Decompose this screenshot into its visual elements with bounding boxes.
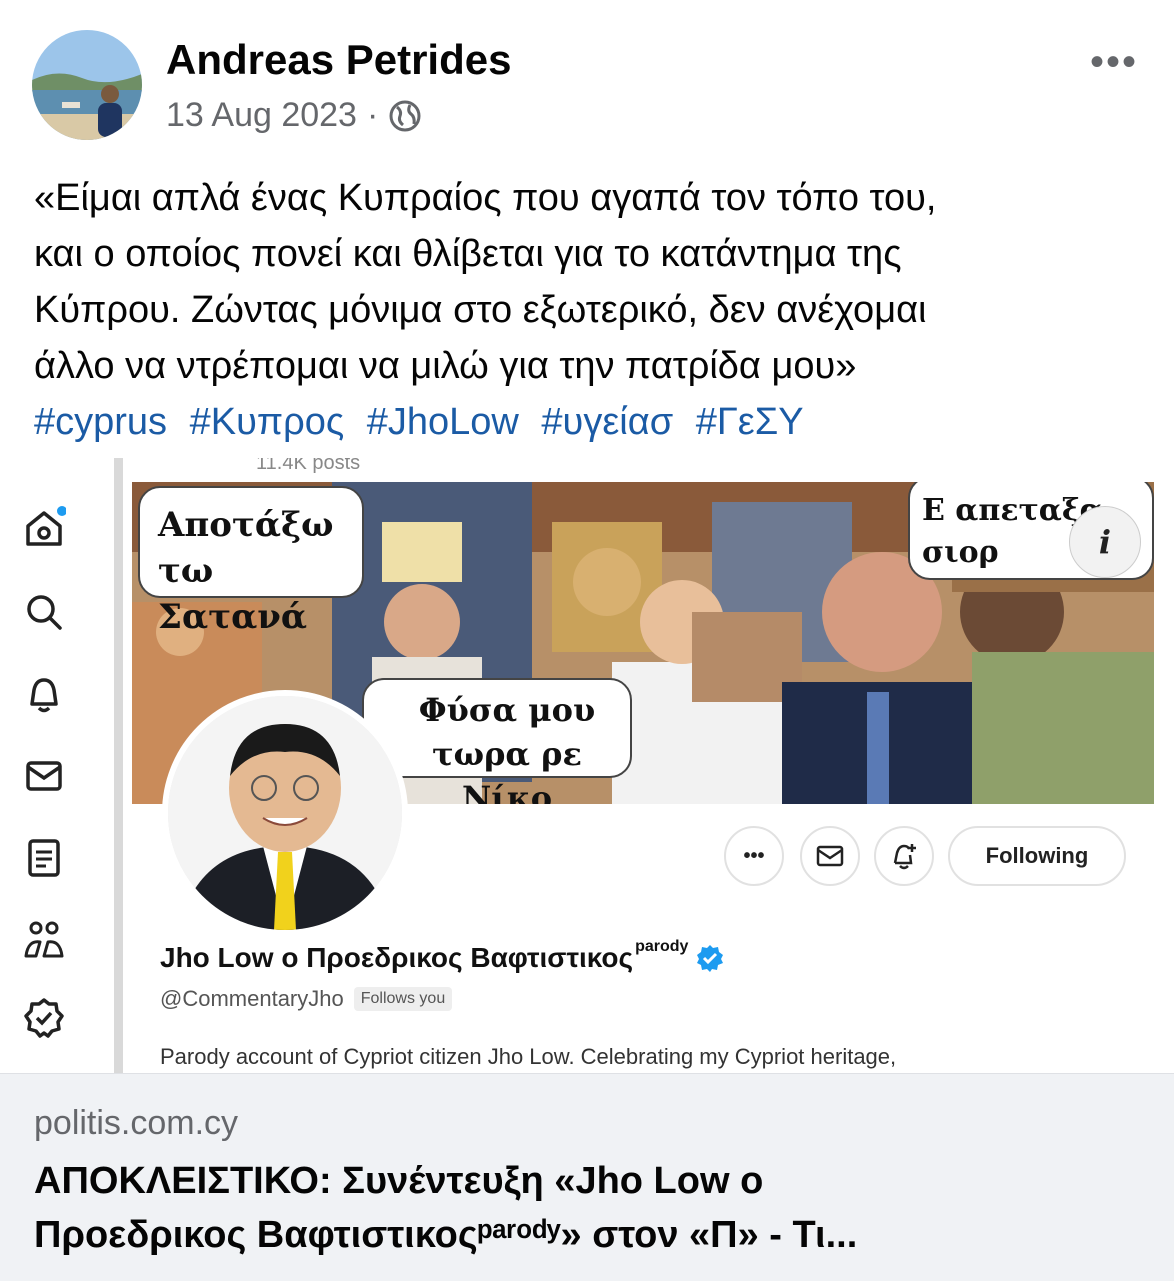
message-button[interactable] (800, 826, 860, 886)
bell-icon (30, 678, 58, 713)
profile-handle: @CommentaryJho Follows you (160, 986, 453, 1012)
speech-bubble-middle: Φύσα μου τωρα ρε Νίκο (362, 678, 632, 804)
bell-plus-icon (893, 844, 916, 870)
verified-badge-icon (697, 945, 724, 972)
post-text: «Είμαι απλά ένας Κυπραίος που αγαπά τον … (34, 170, 1144, 450)
hashtags: #cyprus #Κυπρος #JhoLow #υγείασ #ΓεΣΥ (34, 394, 1144, 450)
post-date[interactable]: 13 Aug 2023 (166, 96, 357, 135)
mail-icon (26, 761, 62, 791)
meta-separator: · (366, 96, 379, 134)
handle-text: @CommentaryJho (160, 986, 344, 1011)
communities-icon (24, 921, 64, 958)
speech-bubble-line: τω Σατανά (158, 551, 307, 637)
post-text-line: άλλο να ντρέπομαι να μιλώ για την πατρίδ… (34, 345, 857, 387)
follows-you-badge: Follows you (353, 987, 453, 1011)
link-preview-card[interactable]: politis.com.cy ΑΠΟΚΛΕΙΣΤΙΚΟ: Συνέντευξη … (0, 1073, 1174, 1281)
hashtag-link[interactable]: #JhoLow (367, 401, 519, 443)
display-name-text: Jho Low ο Προεδρικος Βαφτιστικος (160, 942, 634, 973)
globe-icon (388, 99, 422, 133)
info-icon[interactable]: i (1069, 506, 1141, 578)
author-name[interactable]: Andreas Petrides (166, 36, 511, 84)
more-options-button[interactable]: ••• (1090, 40, 1138, 85)
more-button[interactable]: ••• (724, 826, 784, 886)
link-title-line: Προεδρικος Βαφτιστικοςᵖᵃʳᵒᵈʸ» στον «Π» -… (34, 1214, 858, 1256)
profile-avatar (162, 690, 408, 936)
hashtag-link[interactable]: #υγείασ (541, 401, 673, 443)
profile-display-name: Jho Low ο Προεδρικος Βαφτιστικος parody (160, 938, 724, 974)
parody-tag: parody (635, 938, 689, 955)
profile-bio: Parody account of Cypriot citizen Jho Lo… (160, 1044, 897, 1069)
speech-bubble-line: τωρα ρε Νίκο (432, 735, 582, 804)
author-avatar[interactable] (32, 30, 142, 140)
speech-bubble-left: Αποτάξω τω Σατανά (138, 486, 364, 637)
verified-nav-icon (24, 998, 64, 1038)
vertical-divider (114, 458, 123, 1073)
mail-icon (816, 845, 844, 867)
hashtag-link[interactable]: #ΓεΣΥ (696, 401, 804, 443)
link-domain: politis.com.cy (34, 1104, 239, 1142)
post-text-line: «Είμαι απλά ένας Κυπραίος που αγαπά τον … (34, 177, 937, 219)
lists-icon (28, 839, 60, 877)
shared-image[interactable]: 11.4K posts Αποτάξω τω Σατανά Φύσα μου τ… (0, 458, 1174, 1073)
hashtag-link[interactable]: #cyprus (34, 401, 167, 443)
post-text-line: Κύπρου. Ζώντας μόνιμα στο εξωτερικό, δεν… (34, 289, 927, 331)
search-icon (27, 595, 62, 630)
speech-bubble-line: Αποτάξω (158, 505, 334, 545)
following-button[interactable]: Following (948, 826, 1126, 886)
x-sidebar (0, 458, 112, 1073)
home-icon (26, 506, 66, 546)
post-text-line: και ο οποίος πονεί και θλίβεται για το κ… (34, 233, 902, 275)
speech-bubble-line: Φύσα μου (418, 691, 596, 729)
posts-count: 11.4K posts (256, 458, 361, 474)
post-meta: 13 Aug 2023 · (166, 96, 422, 135)
notify-button[interactable] (874, 826, 934, 886)
link-title: ΑΠΟΚΛΕΙΣΤΙΚΟ: Συνέντευξη «Jho Low ο Προε… (34, 1154, 1144, 1262)
hashtag-link[interactable]: #Κυπρος (190, 401, 345, 443)
more-label: ••• (743, 844, 765, 867)
link-title-line: ΑΠΟΚΛΕΙΣΤΙΚΟ: Συνέντευξη «Jho Low ο (34, 1160, 764, 1202)
post-header: Andreas Petrides 13 Aug 2023 · ••• (0, 0, 1174, 150)
